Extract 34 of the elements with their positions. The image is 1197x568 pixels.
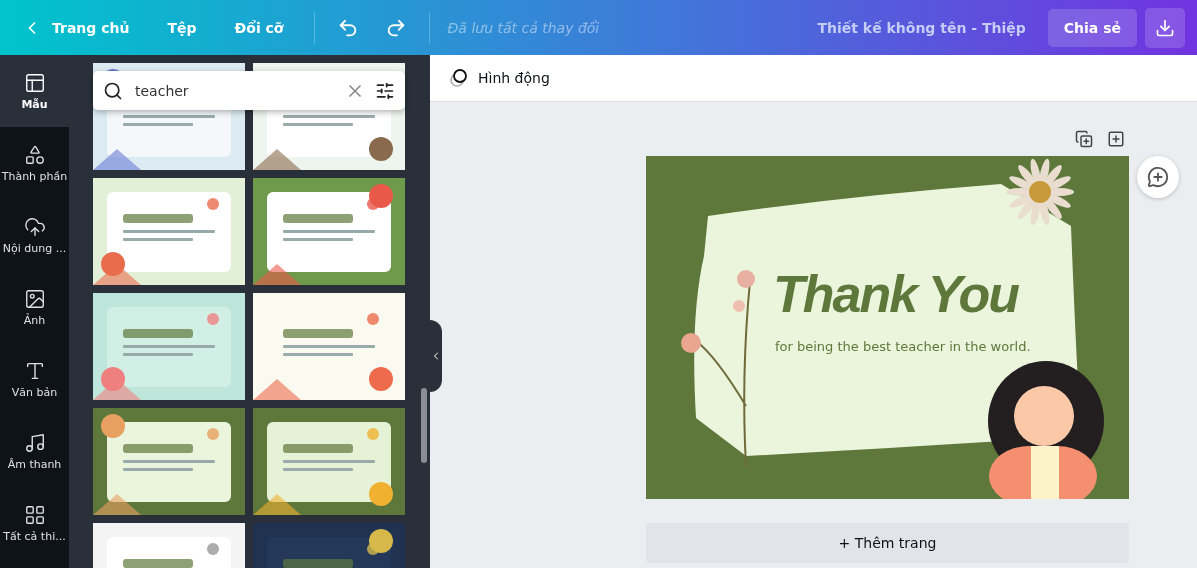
collapse-handle[interactable] — [430, 320, 442, 392]
download-button[interactable] — [1145, 7, 1185, 48]
card-title: Thank You — [773, 264, 1018, 324]
search-icon — [103, 80, 123, 101]
square-plus-icon — [1107, 130, 1125, 148]
nav-item[interactable]: Thành phần — [0, 127, 69, 199]
add-page-button[interactable]: + Thêm trang — [646, 523, 1129, 563]
circles-icon — [448, 67, 470, 89]
nav-item[interactable]: Văn bản — [0, 343, 69, 415]
document-title[interactable]: Thiết kế không tên - Thiệp — [817, 19, 1026, 36]
apps-icon — [23, 503, 46, 526]
comment-plus-icon — [1147, 166, 1169, 188]
elements-icon — [23, 143, 46, 166]
filter-icon[interactable] — [375, 80, 395, 101]
nav-item[interactable]: Nội dung ... — [0, 199, 69, 271]
share-button[interactable]: Chia sẻ — [1047, 8, 1137, 47]
audio-icon — [23, 431, 46, 454]
uploads-icon — [23, 215, 46, 238]
download-icon — [1155, 17, 1175, 38]
save-status: Đã lưu tất cả thay đổi — [447, 19, 601, 36]
nav-item[interactable]: Mẫu — [0, 55, 69, 127]
scrollbar[interactable] — [421, 388, 427, 463]
duplicate-page-button[interactable] — [1075, 130, 1093, 148]
nav-item[interactable]: Âm thanh — [0, 415, 69, 487]
comment-button[interactable] — [1137, 156, 1179, 198]
nav-item[interactable]: Tất cả thi... — [0, 487, 69, 559]
card-subtitle: for being the best teacher in the world. — [775, 339, 1031, 354]
copy-plus-icon — [1075, 130, 1093, 148]
templates-icon — [23, 71, 46, 94]
photos-icon — [23, 287, 46, 310]
search-field[interactable]: teacher — [93, 71, 405, 110]
nav-item[interactable]: Ảnh — [0, 271, 69, 343]
add-page-icon-button[interactable] — [1107, 130, 1125, 148]
animate-button[interactable]: Hình động — [442, 66, 556, 90]
